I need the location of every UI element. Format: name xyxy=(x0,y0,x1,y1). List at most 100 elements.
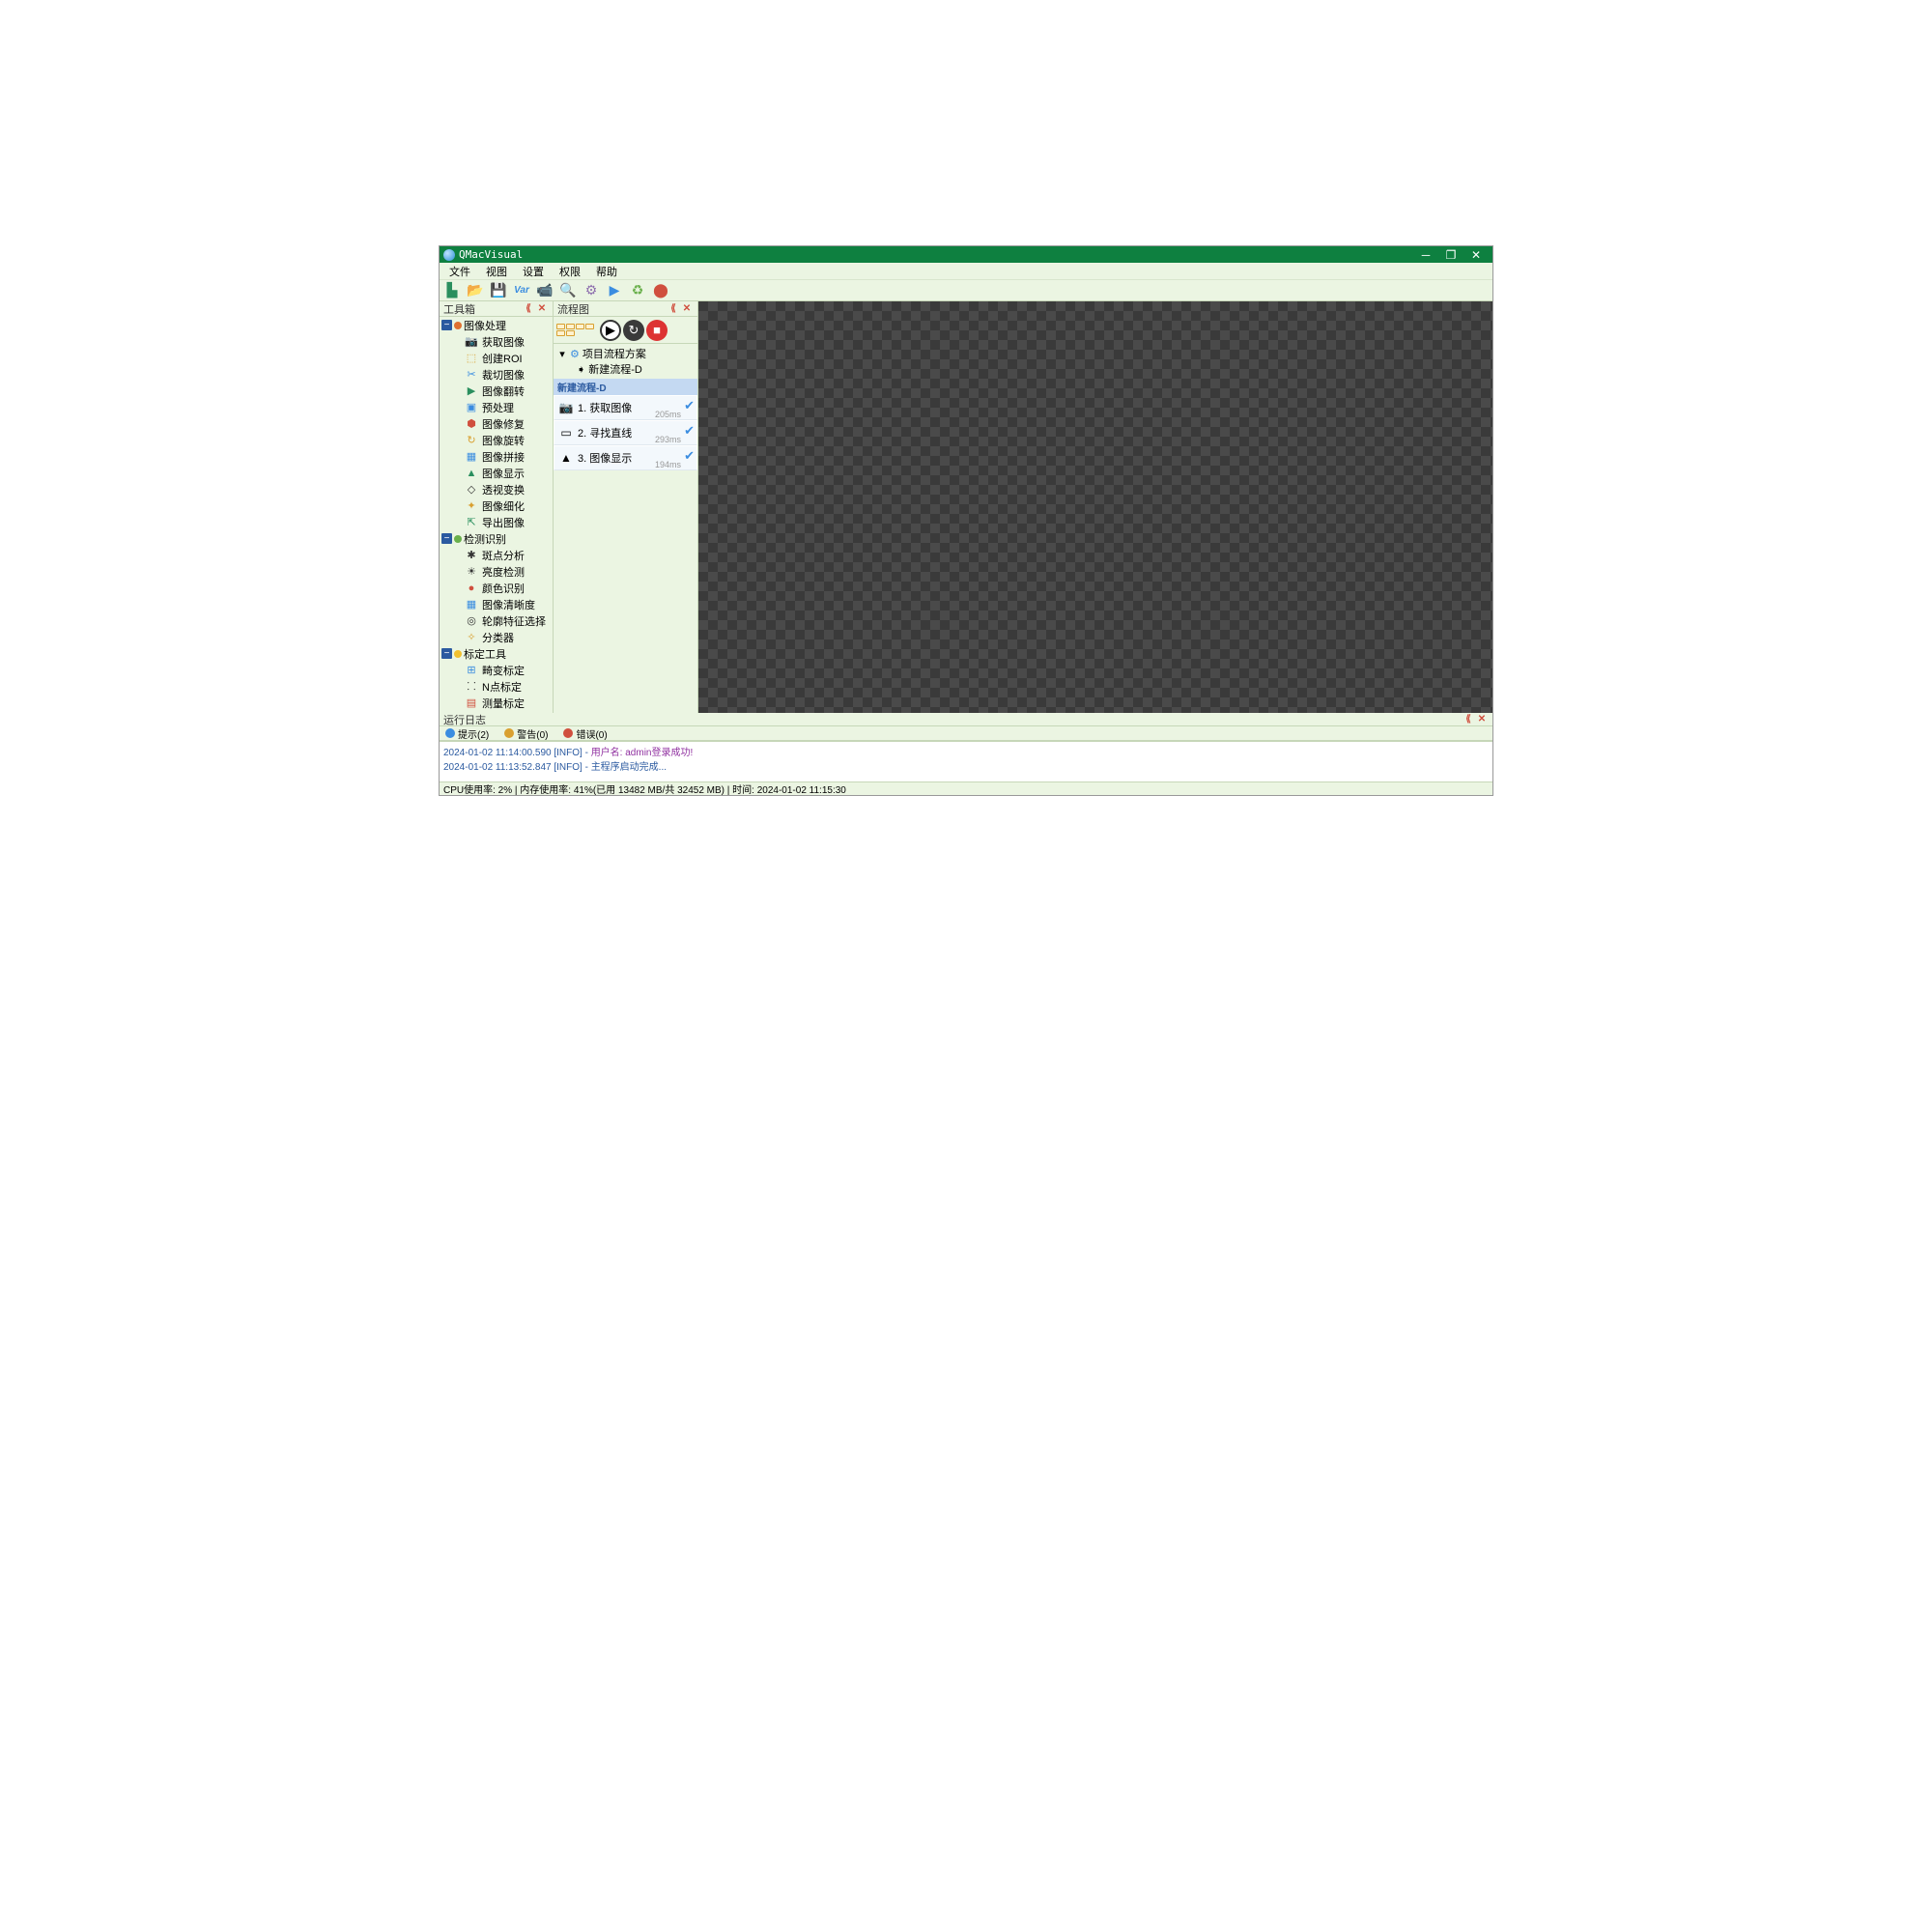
new-button[interactable]: ▙ xyxy=(441,281,463,300)
tool-icon: ✧ xyxy=(465,631,478,644)
collapse-icon[interactable]: − xyxy=(441,648,452,659)
tool-item[interactable]: ⬚ 创建ROI xyxy=(440,350,553,366)
tool-icon: ◇ xyxy=(465,483,478,497)
pin-icon[interactable]: ⟪ xyxy=(667,302,680,316)
close-window-button[interactable]: ✕ xyxy=(1463,246,1489,263)
log-tab[interactable]: 警告(0) xyxy=(504,726,548,741)
flow-loop-button[interactable]: ↻ xyxy=(623,320,644,341)
tool-label: 透视变换 xyxy=(482,482,525,497)
pin-icon[interactable]: ⟪ xyxy=(1462,713,1475,726)
log-title: 运行日志 xyxy=(443,712,486,727)
log-line: 2024-01-02 11:13:52.847 [INFO] - 主程序启动完成… xyxy=(443,758,1489,773)
tool-label: 轮廓特征选择 xyxy=(482,613,546,629)
tool-item[interactable]: ✱ 斑点分析 xyxy=(440,547,553,563)
tool-item[interactable]: 📷 获取图像 xyxy=(440,333,553,350)
var-button[interactable]: Var xyxy=(511,281,532,300)
tool-icon: ✦ xyxy=(465,499,478,513)
close-icon[interactable]: ✕ xyxy=(1475,713,1489,726)
log-tab[interactable]: 错误(0) xyxy=(563,726,607,741)
flowchart-title: 流程图 xyxy=(557,301,589,317)
step-label: 3. 图像显示 xyxy=(578,450,632,466)
tool-item[interactable]: ▲ 图像显示 xyxy=(440,465,553,481)
toolbox-category[interactable]: − 图像处理 xyxy=(440,317,553,333)
bullet-icon xyxy=(563,728,573,738)
tool-item[interactable]: ✂ 裁切图像 xyxy=(440,366,553,383)
tool-item[interactable]: ▦ 图像拼接 xyxy=(440,448,553,465)
flow-stop-button[interactable]: ■ xyxy=(646,320,668,341)
menu-file[interactable]: 文件 xyxy=(443,263,476,280)
tool-icon: 📷 xyxy=(465,335,478,349)
main-toolbar: ▙ 📂 💾 Var 📹 🔍 ⚙ ▶ ♻ ⬤ xyxy=(440,280,1492,301)
tool-item[interactable]: ● 颜色识别 xyxy=(440,580,553,596)
open-button[interactable]: 📂 xyxy=(465,281,486,300)
tool-icon: ✱ xyxy=(465,549,478,562)
tool-label: 分类器 xyxy=(482,630,514,645)
tree-child-label: 新建流程-D xyxy=(588,361,642,377)
tool-item[interactable]: ✦ 图像细化 xyxy=(440,497,553,514)
restore-button[interactable]: ❐ xyxy=(1438,246,1463,263)
tool-item[interactable]: ▣ 预处理 xyxy=(440,399,553,415)
tool-icon: ⸬ xyxy=(465,680,478,694)
menu-permission[interactable]: 权限 xyxy=(554,263,586,280)
collapse-icon[interactable]: − xyxy=(441,320,452,330)
loop-run-button[interactable]: ♻ xyxy=(627,281,648,300)
menu-help[interactable]: 帮助 xyxy=(590,263,623,280)
save-button[interactable]: 💾 xyxy=(488,281,509,300)
step-icon: ▲ xyxy=(558,451,574,465)
tool-item[interactable]: ▤ 测量标定 xyxy=(440,695,553,711)
tool-item[interactable]: ⬢ 图像修复 xyxy=(440,415,553,432)
toolbox-body: − 图像处理📷 获取图像⬚ 创建ROI✂ 裁切图像▶ 图像翻转▣ 预处理⬢ 图像… xyxy=(440,317,553,713)
statusbar: CPU使用率: 2% | 内存使用率: 41%(已用 13482 MB/共 32… xyxy=(440,781,1492,795)
menu-view[interactable]: 视图 xyxy=(480,263,513,280)
close-icon[interactable]: ✕ xyxy=(535,302,549,316)
app-title: QMacVisual xyxy=(459,248,1413,261)
log-tab[interactable]: 提示(2) xyxy=(445,726,489,741)
log-tabs: 提示(2) 警告(0) 错误(0) xyxy=(440,726,1492,741)
toolbox-panel: 工具箱 ⟪ ✕ − 图像处理📷 获取图像⬚ 创建ROI✂ 裁切图像▶ 图像翻转▣… xyxy=(440,301,554,713)
toolbox-category[interactable]: − 检测识别 xyxy=(440,530,553,547)
minimize-button[interactable]: ─ xyxy=(1413,246,1438,263)
collapse-icon[interactable]: ▾ xyxy=(557,348,567,360)
tool-item[interactable]: ◎ 轮廓特征选择 xyxy=(440,612,553,629)
stop-button[interactable]: ⬤ xyxy=(650,281,671,300)
flow-step[interactable]: ▲ 3. 图像显示 194ms ✔ xyxy=(554,445,697,470)
tool-label: 斑点分析 xyxy=(482,548,525,563)
image-source-button[interactable]: 🔍 xyxy=(557,281,579,300)
tool-item[interactable]: ☀ 亮度检测 xyxy=(440,563,553,580)
tool-item[interactable]: ◇ 透视变换 xyxy=(440,481,553,497)
log-body[interactable]: 2024-01-02 11:14:00.590 [INFO] - 用户名: ad… xyxy=(440,741,1492,781)
tool-item[interactable]: ▦ 图像清晰度 xyxy=(440,596,553,612)
tool-item[interactable]: ⸬ N点标定 xyxy=(440,678,553,695)
pin-icon[interactable]: ⟪ xyxy=(522,302,535,316)
flow-nodes-icon[interactable] xyxy=(555,319,598,342)
menu-settings[interactable]: 设置 xyxy=(517,263,550,280)
tool-item[interactable]: ⊞ 畸变标定 xyxy=(440,662,553,678)
log-tab-label: 提示(2) xyxy=(458,726,489,741)
close-icon[interactable]: ✕ xyxy=(680,302,694,316)
tool-label: 导出图像 xyxy=(482,515,525,530)
tree-root[interactable]: ▾ ⚙ 项目流程方案 xyxy=(557,346,694,361)
tree-child[interactable]: ➧ 新建流程-D xyxy=(557,361,694,377)
camera-settings-button[interactable]: 📹 xyxy=(534,281,555,300)
step-icon: 📷 xyxy=(558,401,574,414)
tool-icon: ▦ xyxy=(465,598,478,611)
flow-step[interactable]: ▭ 2. 寻找直线 293ms ✔ xyxy=(554,420,697,445)
flow-run-once-button[interactable]: ▶ xyxy=(600,320,621,341)
tool-icon: ▲ xyxy=(465,467,478,480)
tool-icon: ↻ xyxy=(465,434,478,447)
log-header: 运行日志 ⟪ ✕ xyxy=(440,713,1492,726)
tool-icon: ✂ xyxy=(465,368,478,382)
flow-steps: 📷 1. 获取图像 205ms ✔▭ 2. 寻找直线 293ms ✔▲ 3. 图… xyxy=(554,395,697,470)
flow-step[interactable]: 📷 1. 获取图像 205ms ✔ xyxy=(554,395,697,420)
step-time: 293ms xyxy=(655,435,681,444)
toolbox-category[interactable]: − 标定工具 xyxy=(440,645,553,662)
image-canvas[interactable] xyxy=(698,301,1492,713)
tool-item[interactable]: ✧ 分类器 xyxy=(440,629,553,645)
collapse-icon[interactable]: − xyxy=(441,533,452,544)
run-once-button[interactable]: ▶ xyxy=(604,281,625,300)
category-label: 图像处理 xyxy=(464,318,506,333)
tool-item[interactable]: ↻ 图像旋转 xyxy=(440,432,553,448)
tool-item[interactable]: ▶ 图像翻转 xyxy=(440,383,553,399)
tool-item[interactable]: ⇱ 导出图像 xyxy=(440,514,553,530)
config-button[interactable]: ⚙ xyxy=(581,281,602,300)
